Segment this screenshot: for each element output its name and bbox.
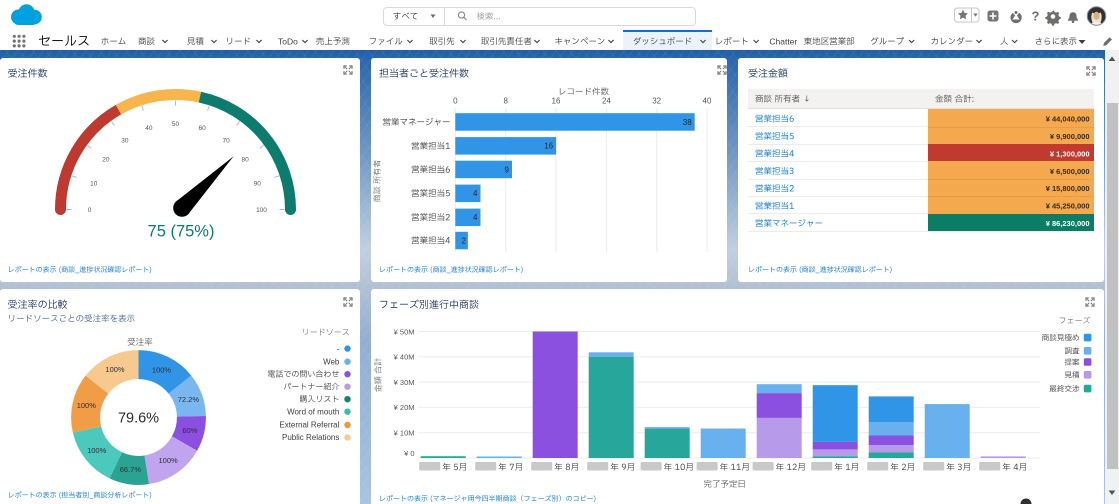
svg-text:Chatter: Chatter (769, 36, 797, 46)
svg-text:ToDo: ToDo (278, 36, 298, 46)
svg-text:?: ? (1032, 9, 1040, 24)
